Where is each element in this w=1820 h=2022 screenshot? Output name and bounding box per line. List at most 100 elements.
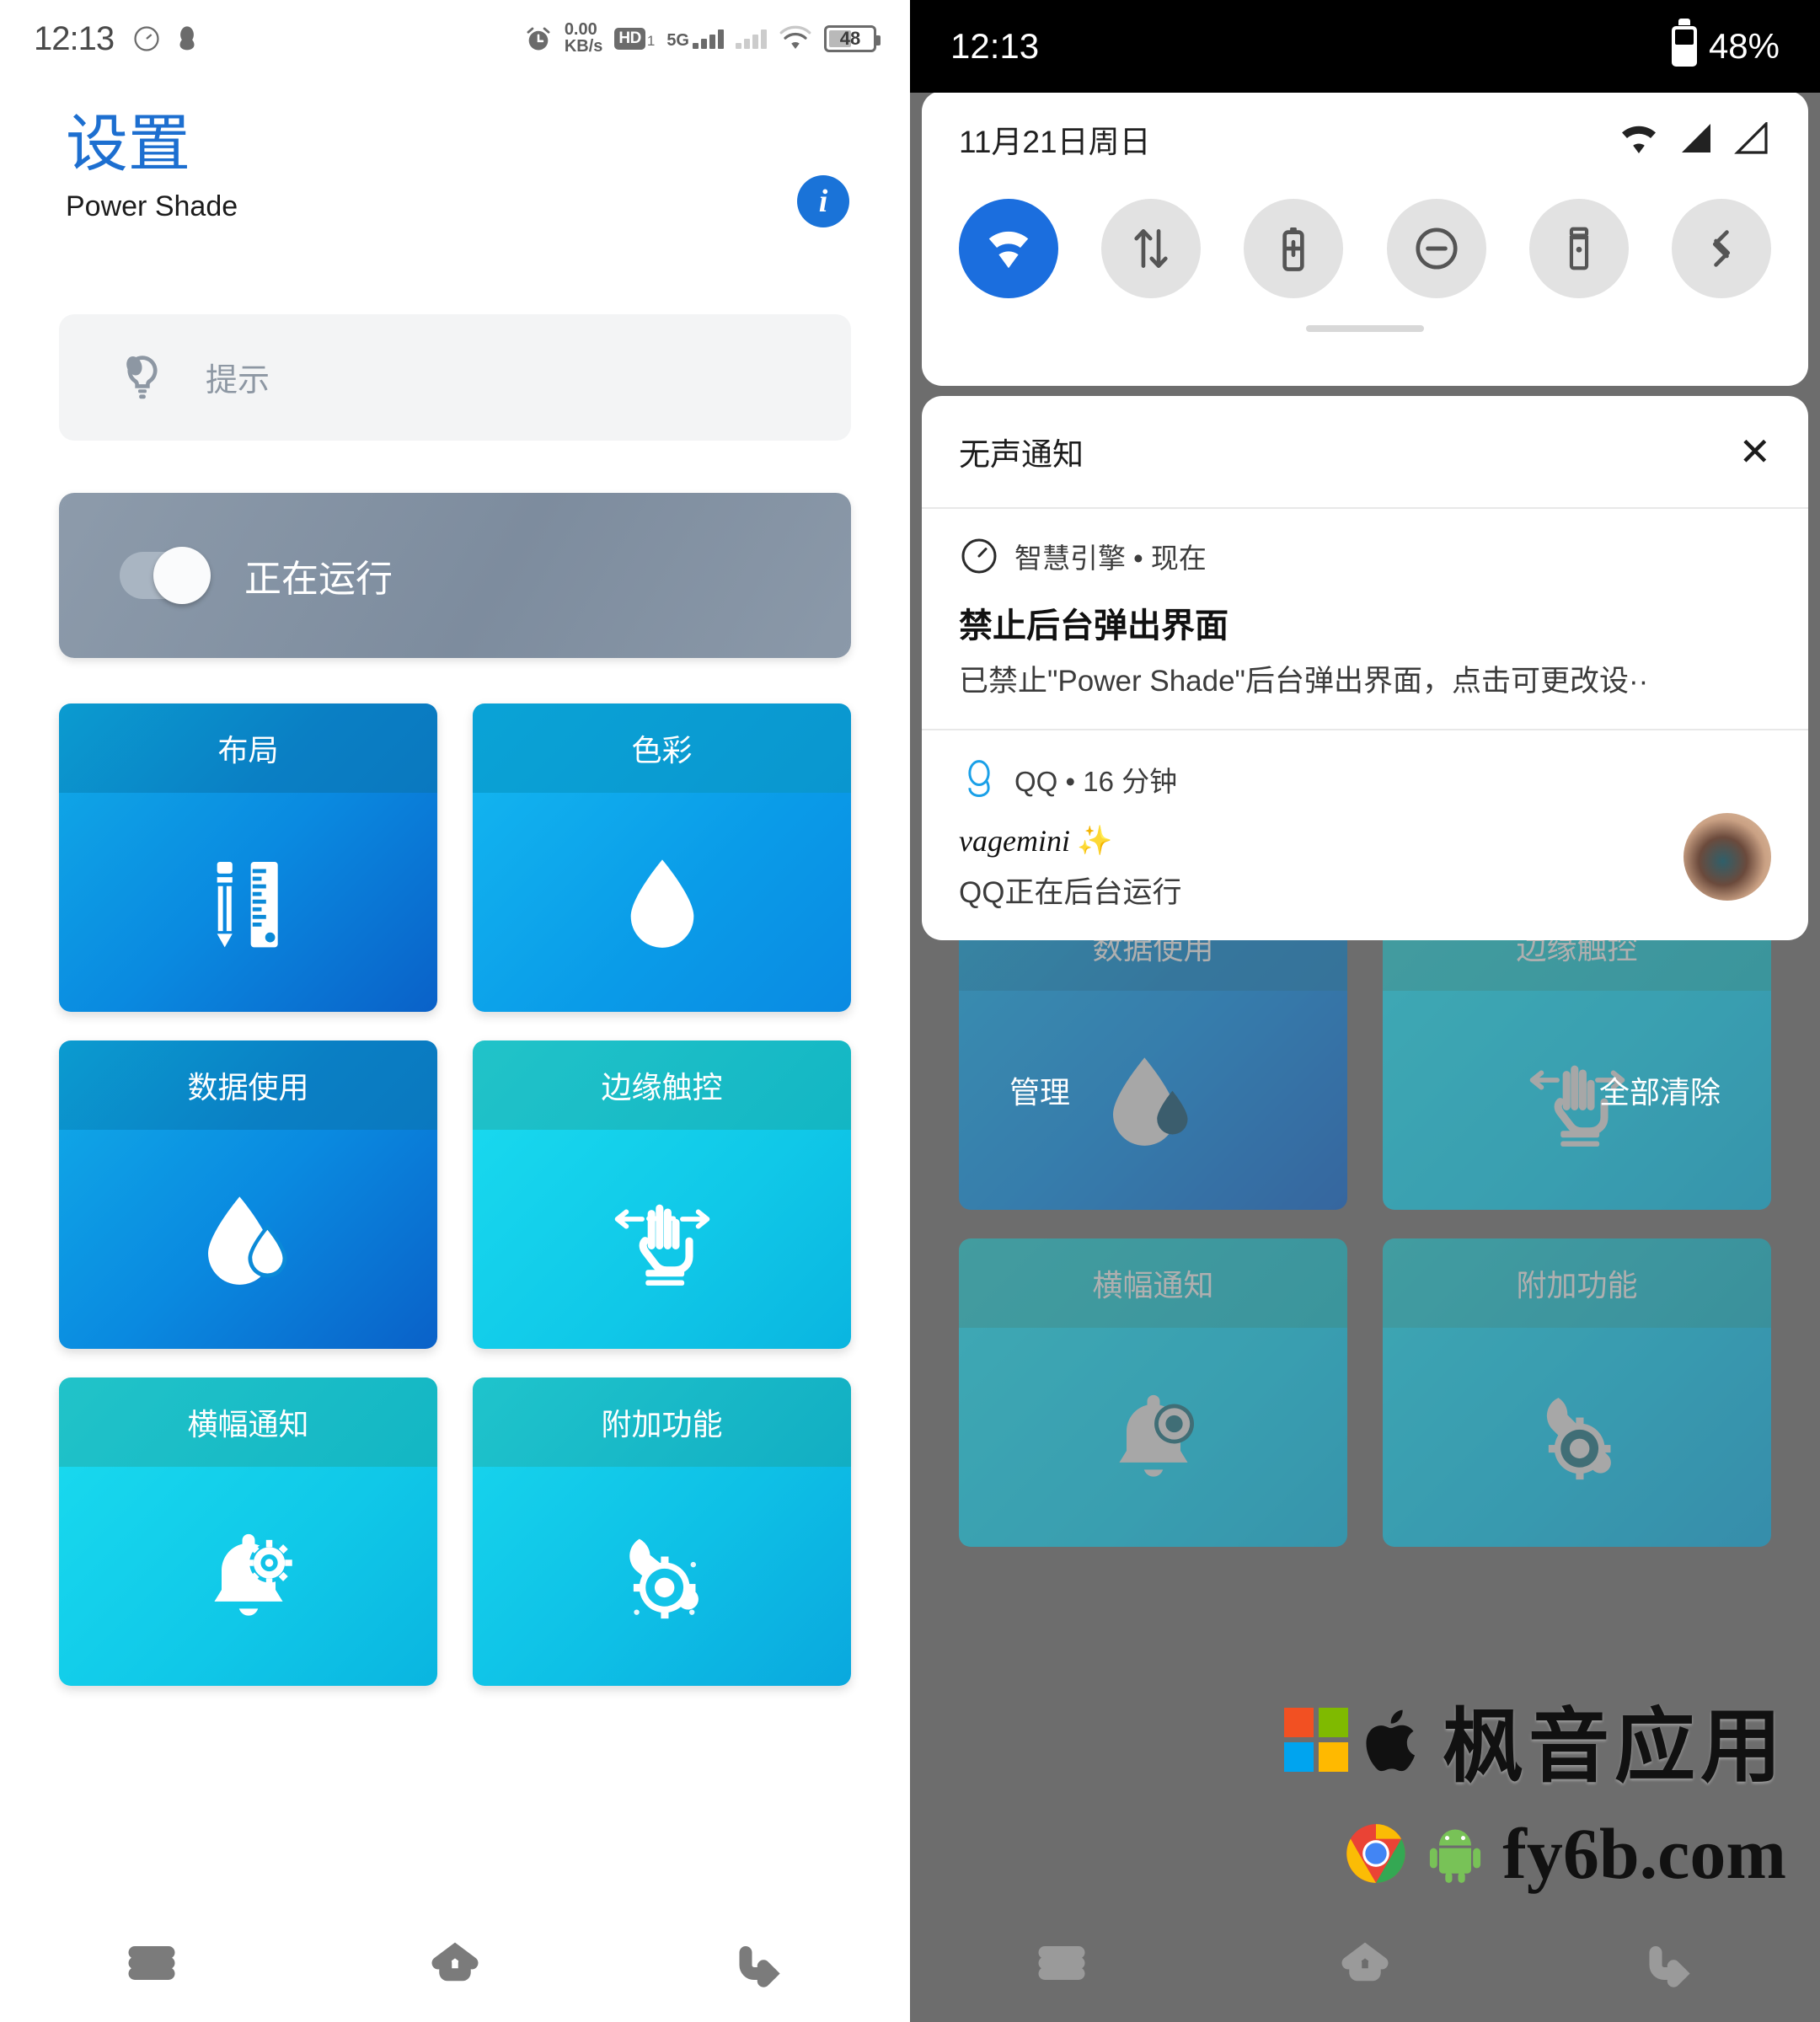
watermark-brand: 枫音应用 bbox=[1443, 1702, 1786, 1792]
notification-app-name: QQ • 16 分钟 bbox=[1014, 766, 1178, 797]
menu-icon[interactable] bbox=[126, 1938, 177, 1988]
bell-gear-icon bbox=[1118, 1394, 1194, 1477]
wrench-gear-icon bbox=[629, 1538, 699, 1618]
sparkle-emoji-icon: ✨ bbox=[1076, 825, 1113, 857]
avatar bbox=[1684, 812, 1771, 901]
bell-gear-icon bbox=[213, 1533, 292, 1616]
apple-logo-icon bbox=[1366, 1709, 1416, 1771]
home-icon[interactable] bbox=[1340, 1938, 1390, 1988]
lightbulb-icon bbox=[126, 355, 158, 399]
qs-tile-mobile-data[interactable] bbox=[1101, 199, 1202, 298]
back-arrow-icon[interactable] bbox=[1643, 1938, 1694, 1988]
switch-knob bbox=[153, 546, 211, 604]
tile-colors[interactable]: 色彩 bbox=[473, 703, 851, 1012]
battery-percent: 48% bbox=[1708, 26, 1780, 66]
flashlight-icon bbox=[1569, 227, 1588, 270]
tile-data-usage[interactable]: 数据使用 bbox=[59, 1040, 437, 1349]
manage-button[interactable]: 管理 bbox=[1009, 1068, 1070, 1112]
battery-plus-icon bbox=[1282, 227, 1305, 271]
settings-tile-grid: 布局 色彩 数据使用 边缘触控 横幅通知 附加功能 bbox=[59, 703, 851, 1686]
wifi-icon bbox=[1622, 126, 1656, 153]
running-switch[interactable] bbox=[120, 546, 211, 604]
windows-logo-icon bbox=[1284, 1707, 1348, 1772]
bg-tile: 横幅通知 bbox=[959, 1238, 1347, 1547]
quick-settings-tiles bbox=[959, 199, 1771, 298]
menu-icon[interactable] bbox=[1036, 1938, 1087, 1988]
notification-item[interactable]: 智慧引擎 • 现在 禁止后台弹出界面 已禁止"Power Shade"后台弹出界… bbox=[922, 509, 1808, 730]
tile-label: 附加功能 bbox=[601, 1406, 723, 1442]
tile-label: 横幅通知 bbox=[1092, 1268, 1214, 1303]
data-drop-icon bbox=[207, 1196, 286, 1285]
water-drop-icon bbox=[630, 859, 693, 948]
battery-status: 48% bbox=[1671, 19, 1780, 67]
clear-all-button[interactable]: 全部清除 bbox=[1599, 1068, 1721, 1112]
alarm-icon bbox=[527, 27, 550, 51]
battery-icon: 48 bbox=[824, 25, 881, 52]
home-icon[interactable] bbox=[430, 1938, 480, 1988]
status-time: 12:13 bbox=[950, 26, 1040, 66]
notification-nickname: vagemini bbox=[959, 824, 1070, 858]
edge-swipe-hand-icon bbox=[614, 1204, 709, 1286]
qs-tile-wifi[interactable] bbox=[959, 199, 1058, 298]
bg-tile: 附加功能 bbox=[1383, 1238, 1771, 1547]
notification-body: 已禁止"Power Shade"后台弹出界面，点击可更改设·· bbox=[959, 665, 1649, 698]
clock-icon bbox=[134, 26, 159, 51]
notification-footer: 管理 全部清除 bbox=[910, 1068, 1820, 1112]
android-logo-icon bbox=[1430, 1829, 1481, 1883]
watermark-url: fy6b.com bbox=[1502, 1813, 1786, 1894]
tip-label: 提示 bbox=[206, 363, 270, 399]
wifi-icon bbox=[988, 231, 1029, 269]
background-tile-grid: 数据使用 边缘触控 横幅通知 附加功能 bbox=[959, 901, 1771, 1547]
sim2-signal-icon bbox=[736, 29, 767, 49]
notification-body: QQ正在后台运行 bbox=[959, 876, 1182, 909]
tile-label: 布局 bbox=[217, 732, 279, 768]
tile-extra-features[interactable]: 附加功能 bbox=[473, 1377, 851, 1686]
notification-item[interactable]: QQ • 16 分钟 vagemini ✨ QQ正在后台运行 bbox=[922, 730, 1808, 940]
qs-tile-battery-saver[interactable] bbox=[1244, 199, 1344, 298]
qs-tile-flashlight[interactable] bbox=[1528, 199, 1629, 298]
left-header: 设置 Power Shade bbox=[0, 78, 910, 223]
left-status-bar: 12:13 0.00 KB/s HD 1 5G 48 bbox=[0, 0, 910, 78]
qs-tile-auto-rotate[interactable] bbox=[1671, 199, 1771, 298]
tile-heads-up-notifications[interactable]: 横幅通知 bbox=[59, 1377, 437, 1686]
tip-card[interactable]: 提示 bbox=[59, 313, 851, 441]
back-arrow-icon[interactable] bbox=[733, 1938, 784, 1988]
tile-label: 边缘触控 bbox=[601, 1069, 723, 1105]
right-status-bar: 12:13 48% bbox=[910, 0, 1820, 93]
info-button[interactable]: i bbox=[797, 175, 849, 227]
left-navigation-bar bbox=[0, 1904, 910, 2022]
watermark: 枫音应用 fy6b.com bbox=[1284, 1681, 1786, 1896]
battery-icon bbox=[1671, 19, 1697, 67]
quick-settings-panel: 11月21日周日 bbox=[922, 91, 1808, 386]
wrench-gear-icon bbox=[1546, 1398, 1611, 1480]
data-arrows-icon bbox=[1134, 229, 1168, 268]
panel-drag-handle[interactable] bbox=[1306, 325, 1424, 332]
qs-tile-do-not-disturb[interactable] bbox=[1386, 199, 1486, 298]
signal-2-icon bbox=[1734, 122, 1768, 154]
left-phone-screen: 12:13 0.00 KB/s HD 1 5G 48 设置 Power Shad… bbox=[0, 0, 910, 2022]
pencil-ruler-icon bbox=[217, 861, 278, 948]
status-time: 12:13 bbox=[34, 19, 115, 57]
page-title: 设置 bbox=[66, 109, 190, 179]
qs-date: 11月21日周日 bbox=[959, 125, 1151, 159]
speedometer-icon bbox=[961, 538, 997, 574]
network-speed: 0.00 KB/s bbox=[564, 20, 603, 56]
right-phone-screen: 数据使用 边缘触控 横幅通知 附加功能 12:13 48% 11月21日周日 无… bbox=[910, 0, 1820, 2022]
tile-edge-touch[interactable]: 边缘触控 bbox=[473, 1040, 851, 1349]
qq-penguin-icon bbox=[968, 760, 990, 797]
tile-label: 色彩 bbox=[631, 732, 693, 768]
running-toggle-card[interactable]: 正在运行 bbox=[59, 492, 851, 658]
bg-tile: 数据使用 bbox=[959, 901, 1347, 1210]
minus-circle-icon bbox=[1416, 227, 1458, 270]
close-icon[interactable]: ✕ bbox=[1738, 432, 1771, 471]
tile-layout[interactable]: 布局 bbox=[59, 703, 437, 1012]
right-navigation-bar bbox=[910, 1904, 1820, 2022]
dual-phone-screenshot: 12:13 0.00 KB/s HD 1 5G 48 设置 Power Shad… bbox=[0, 0, 1820, 2022]
running-label: 正在运行 bbox=[244, 558, 393, 600]
qq-penguin-icon bbox=[179, 26, 195, 51]
tile-label: 数据使用 bbox=[187, 1069, 309, 1105]
bg-tile: 边缘触控 bbox=[1383, 901, 1771, 1210]
chrome-logo-icon bbox=[1346, 1824, 1406, 1883]
signal-1-icon bbox=[1682, 124, 1710, 152]
notification-panel: 无声通知 ✕ 智慧引擎 • 现在 禁止后台弹出界面 已禁止"Power Shad… bbox=[922, 396, 1808, 940]
